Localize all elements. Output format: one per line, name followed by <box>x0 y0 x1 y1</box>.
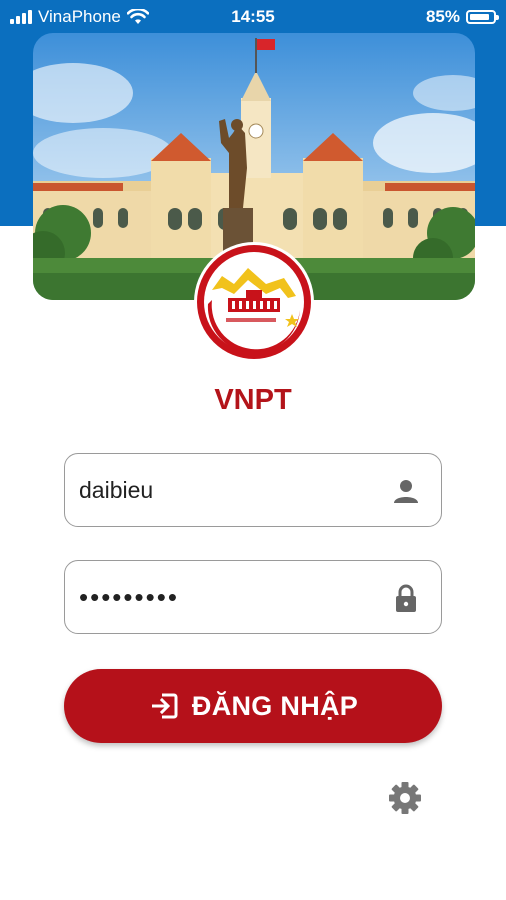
status-right: 85% <box>425 7 499 27</box>
gear-icon <box>389 782 421 814</box>
battery-fill <box>470 14 489 20</box>
password-input[interactable] <box>79 561 379 633</box>
login-button-label: ĐĂNG NHẬP <box>191 690 359 721</box>
login-icon <box>151 693 178 719</box>
person-icon <box>394 480 418 503</box>
app-title: VNPT <box>214 384 292 416</box>
password-field[interactable] <box>64 560 442 634</box>
city-logo <box>192 240 316 364</box>
username-input[interactable] <box>79 454 379 526</box>
login-button[interactable]: ĐĂNG NHẬP <box>64 669 442 743</box>
status-bar: VinaPhone 14:55 85% <box>0 0 506 34</box>
battery-icon <box>466 10 499 24</box>
lock-icon <box>396 584 416 612</box>
username-field[interactable] <box>64 453 442 527</box>
battery-percent: 85% <box>425 7 460 26</box>
settings-button[interactable] <box>388 781 422 815</box>
city-emblem-icon <box>194 242 314 362</box>
